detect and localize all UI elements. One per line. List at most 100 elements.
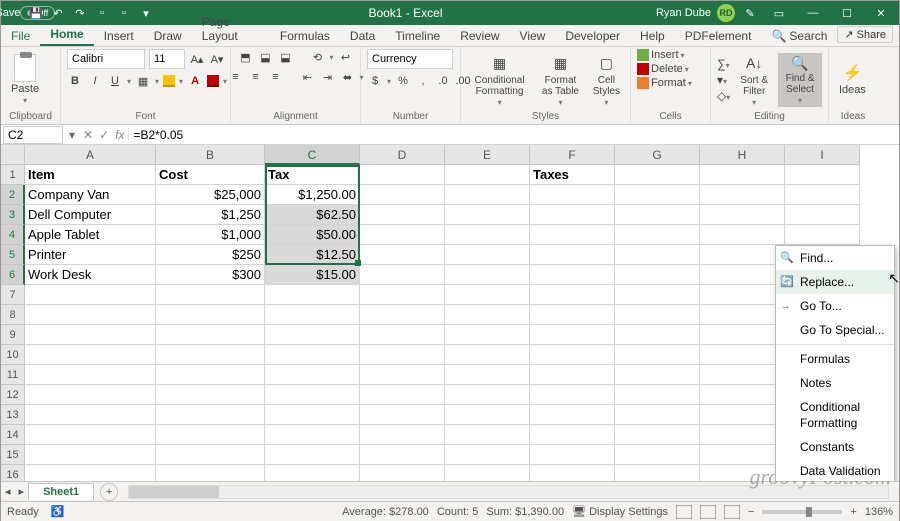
cell-B13[interactable] [156,405,265,425]
menu-constants[interactable]: Constants [776,435,894,459]
col-header-A[interactable]: A [25,145,156,165]
cell-D15[interactable] [360,445,445,465]
cell-E14[interactable] [445,425,530,445]
tab-insert[interactable]: Insert [94,26,144,46]
cell-F5[interactable] [530,245,615,265]
page-break-view-icon[interactable] [724,505,740,519]
cell-E1[interactable] [445,165,530,185]
cell-C13[interactable] [265,405,360,425]
cell-D16[interactable] [360,465,445,481]
cell-B1[interactable]: Cost [156,165,265,185]
cell-D6[interactable] [360,265,445,285]
row-header-9[interactable]: 9 [1,325,25,345]
cell-G7[interactable] [615,285,700,305]
col-header-D[interactable]: D [360,145,445,165]
cell-G15[interactable] [615,445,700,465]
cell-G12[interactable] [615,385,700,405]
avatar[interactable]: RD [717,4,735,22]
page-layout-view-icon[interactable] [700,505,716,519]
menu-goto-special[interactable]: Go To Special... [776,318,894,342]
cell-H6[interactable] [700,265,785,285]
cell-D10[interactable] [360,345,445,365]
ideas-button[interactable]: ⚡Ideas [835,61,870,98]
tab-timeline[interactable]: Timeline [385,26,450,46]
col-header-E[interactable]: E [445,145,530,165]
cell-F2[interactable] [530,185,615,205]
cell-H11[interactable] [700,365,785,385]
cell-H8[interactable] [700,305,785,325]
align-left-icon[interactable]: ≡ [228,69,244,85]
cell-B3[interactable]: $1,250 [156,205,265,225]
cell-G8[interactable] [615,305,700,325]
merge-center-icon[interactable]: ⬌ [340,69,356,85]
cell-H13[interactable] [700,405,785,425]
display-settings-button[interactable]: 🖥 Display Settings [572,505,668,518]
col-header-C[interactable]: C [265,145,360,165]
col-header-H[interactable]: H [700,145,785,165]
tab-page-layout[interactable]: Page Layout [192,12,270,46]
cell-B5[interactable]: $250 [156,245,265,265]
maximize-button[interactable]: ☐ [833,7,861,20]
menu-notes[interactable]: Notes [776,371,894,395]
row-header-3[interactable]: 3 [1,205,25,225]
fill-color-button[interactable] [163,75,175,87]
cell-B7[interactable] [156,285,265,305]
ribbon-options-icon[interactable]: ▭ [765,7,793,20]
cell-G4[interactable] [615,225,700,245]
qat-dropdown-icon[interactable]: ▾ [137,4,155,22]
qat-icon-2[interactable]: ▫ [115,4,133,22]
cell-I3[interactable] [785,205,860,225]
cell-F7[interactable] [530,285,615,305]
cell-D5[interactable] [360,245,445,265]
cell-A5[interactable]: Printer [25,245,156,265]
increase-font-icon[interactable]: A▴ [189,51,205,67]
sort-filter-button[interactable]: A↓Sort & Filter▾ [734,50,774,109]
fx-icon[interactable]: fx [115,128,124,142]
menu-goto[interactable]: →Go To... [776,294,894,318]
menu-formulas[interactable]: Formulas [776,347,894,371]
row-header-5[interactable]: 5 [1,245,25,265]
qat-icon[interactable]: ▫ [93,4,111,22]
cell-C9[interactable] [265,325,360,345]
sheet-nav-prev[interactable]: ◂ [1,485,15,498]
cell-C14[interactable] [265,425,360,445]
cell-A13[interactable] [25,405,156,425]
cell-E10[interactable] [445,345,530,365]
zoom-out-button[interactable]: − [748,506,754,518]
cell-B16[interactable] [156,465,265,481]
cell-C7[interactable] [265,285,360,305]
worksheet[interactable]: ABCDEFGHI1ItemCostTaxTaxes2Company Van$2… [1,145,899,481]
cell-G11[interactable] [615,365,700,385]
row-header-10[interactable]: 10 [1,345,25,365]
increase-decimal-icon[interactable]: .0 [435,73,451,89]
decrease-indent-icon[interactable]: ⇤ [300,69,316,85]
cell-H16[interactable] [700,465,785,481]
menu-find[interactable]: 🔍Find... [776,246,894,270]
cell-E4[interactable] [445,225,530,245]
italic-button[interactable]: I [87,73,103,89]
row-header-16[interactable]: 16 [1,465,25,481]
cell-G13[interactable] [615,405,700,425]
cell-E12[interactable] [445,385,530,405]
orientation-icon[interactable]: ⟲ [309,49,325,65]
cell-F6[interactable] [530,265,615,285]
cell-F16[interactable] [530,465,615,481]
cell-H5[interactable] [700,245,785,265]
cell-C2[interactable]: $1,250.00 [265,185,360,205]
cell-E5[interactable] [445,245,530,265]
cell-D7[interactable] [360,285,445,305]
cell-C3[interactable]: $62.50 [265,205,360,225]
delete-cells-button[interactable]: Delete ▾ [637,63,689,75]
decrease-font-icon[interactable]: A▾ [209,51,225,67]
cell-C8[interactable] [265,305,360,325]
cell-A10[interactable] [25,345,156,365]
cell-G1[interactable] [615,165,700,185]
menu-replace[interactable]: 🔄Replace...↖ [776,270,894,294]
tell-me-search[interactable]: 🔍Search [761,26,837,46]
percent-format-icon[interactable]: % [395,73,411,89]
align-middle-icon[interactable]: ⬓ [257,49,273,65]
tab-developer[interactable]: Developer [555,26,630,46]
cancel-formula-icon[interactable]: ✕ [83,128,93,142]
cell-B11[interactable] [156,365,265,385]
cell-F12[interactable] [530,385,615,405]
